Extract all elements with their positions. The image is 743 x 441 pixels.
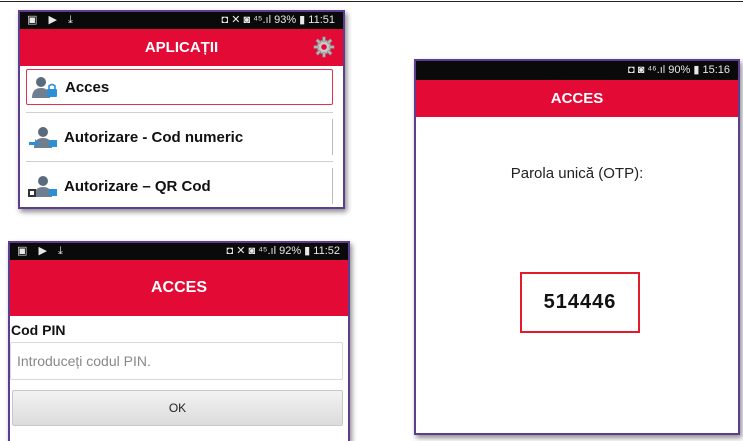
user-lock-icon — [32, 77, 57, 98]
menu-item-label: Acces — [65, 78, 110, 96]
otp-value-box: 514446 — [520, 272, 640, 333]
menu-item-label: Autorizare - Cod numeric — [64, 128, 244, 146]
status-right-info: ◘ ✕ ◙ ⁴⁵.ıl 92% ▮ 11:52 — [226, 245, 340, 257]
user-qr-icon — [28, 176, 57, 197]
menu-item-autorizare-qr-cod[interactable]: Autorizare – QR Cod — [26, 168, 333, 204]
page-title: ACCES — [550, 90, 604, 107]
menu-item-autorizare-cod-numeric[interactable]: Autorizare - Cod numeric — [26, 119, 333, 155]
app-bar: ACCES — [416, 80, 738, 117]
status-bar: ▣ ▶ ⤓ ◘ ✕ ◙ ⁴⁵.ıl 93% ▮ 11:51 — [20, 12, 343, 29]
otp-label: Parola unică (OTP): — [510, 165, 644, 182]
status-left-icons: ▣ ▶ ⤓ — [17, 245, 67, 257]
app-bar: ACCES — [10, 260, 348, 316]
status-right-info: ◘ ◙ ⁴⁶.ıl 90% ▮ 15:16 — [628, 64, 730, 76]
divider — [26, 112, 333, 113]
ok-button[interactable]: OK — [12, 390, 343, 426]
status-bar: ◘ ◙ ⁴⁶.ıl 90% ▮ 15:16 — [416, 61, 738, 80]
applications-screen: ▣ ▶ ⤓ ◘ ✕ ◙ ⁴⁵.ıl 93% ▮ 11:51 APLICAȚII — [18, 10, 345, 209]
status-bar: ▣ ▶ ⤓ ◘ ✕ ◙ ⁴⁵.ıl 92% ▮ 11:52 — [10, 243, 348, 260]
menu-item-label: Autorizare – QR Cod — [64, 177, 211, 195]
menu-item-acces[interactable]: Acces — [26, 69, 333, 105]
page-title: ACCES — [150, 279, 207, 296]
status-right-info: ◘ ✕ ◙ ⁴⁵.ıl 93% ▮ 11:51 — [221, 14, 335, 26]
divider — [26, 161, 333, 162]
pin-screen: ▣ ▶ ⤓ ◘ ✕ ◙ ⁴⁵.ıl 92% ▮ 11:52 ACCES Cod … — [8, 241, 350, 441]
otp-screen: ◘ ◙ ⁴⁶.ıl 90% ▮ 15:16 ACCES Parola unică… — [414, 59, 740, 435]
status-left-icons: ▣ ▶ ⤓ — [27, 14, 77, 26]
gear-icon[interactable] — [313, 36, 335, 58]
user-arrows-icon — [29, 127, 57, 148]
pin-input[interactable] — [10, 342, 343, 380]
otp-value: 514446 — [543, 291, 617, 313]
app-bar: APLICAȚII — [20, 29, 343, 66]
pin-label: Cod PIN — [11, 322, 66, 338]
page-title: APLICAȚII — [144, 39, 219, 56]
top-divider — [0, 1, 743, 2]
